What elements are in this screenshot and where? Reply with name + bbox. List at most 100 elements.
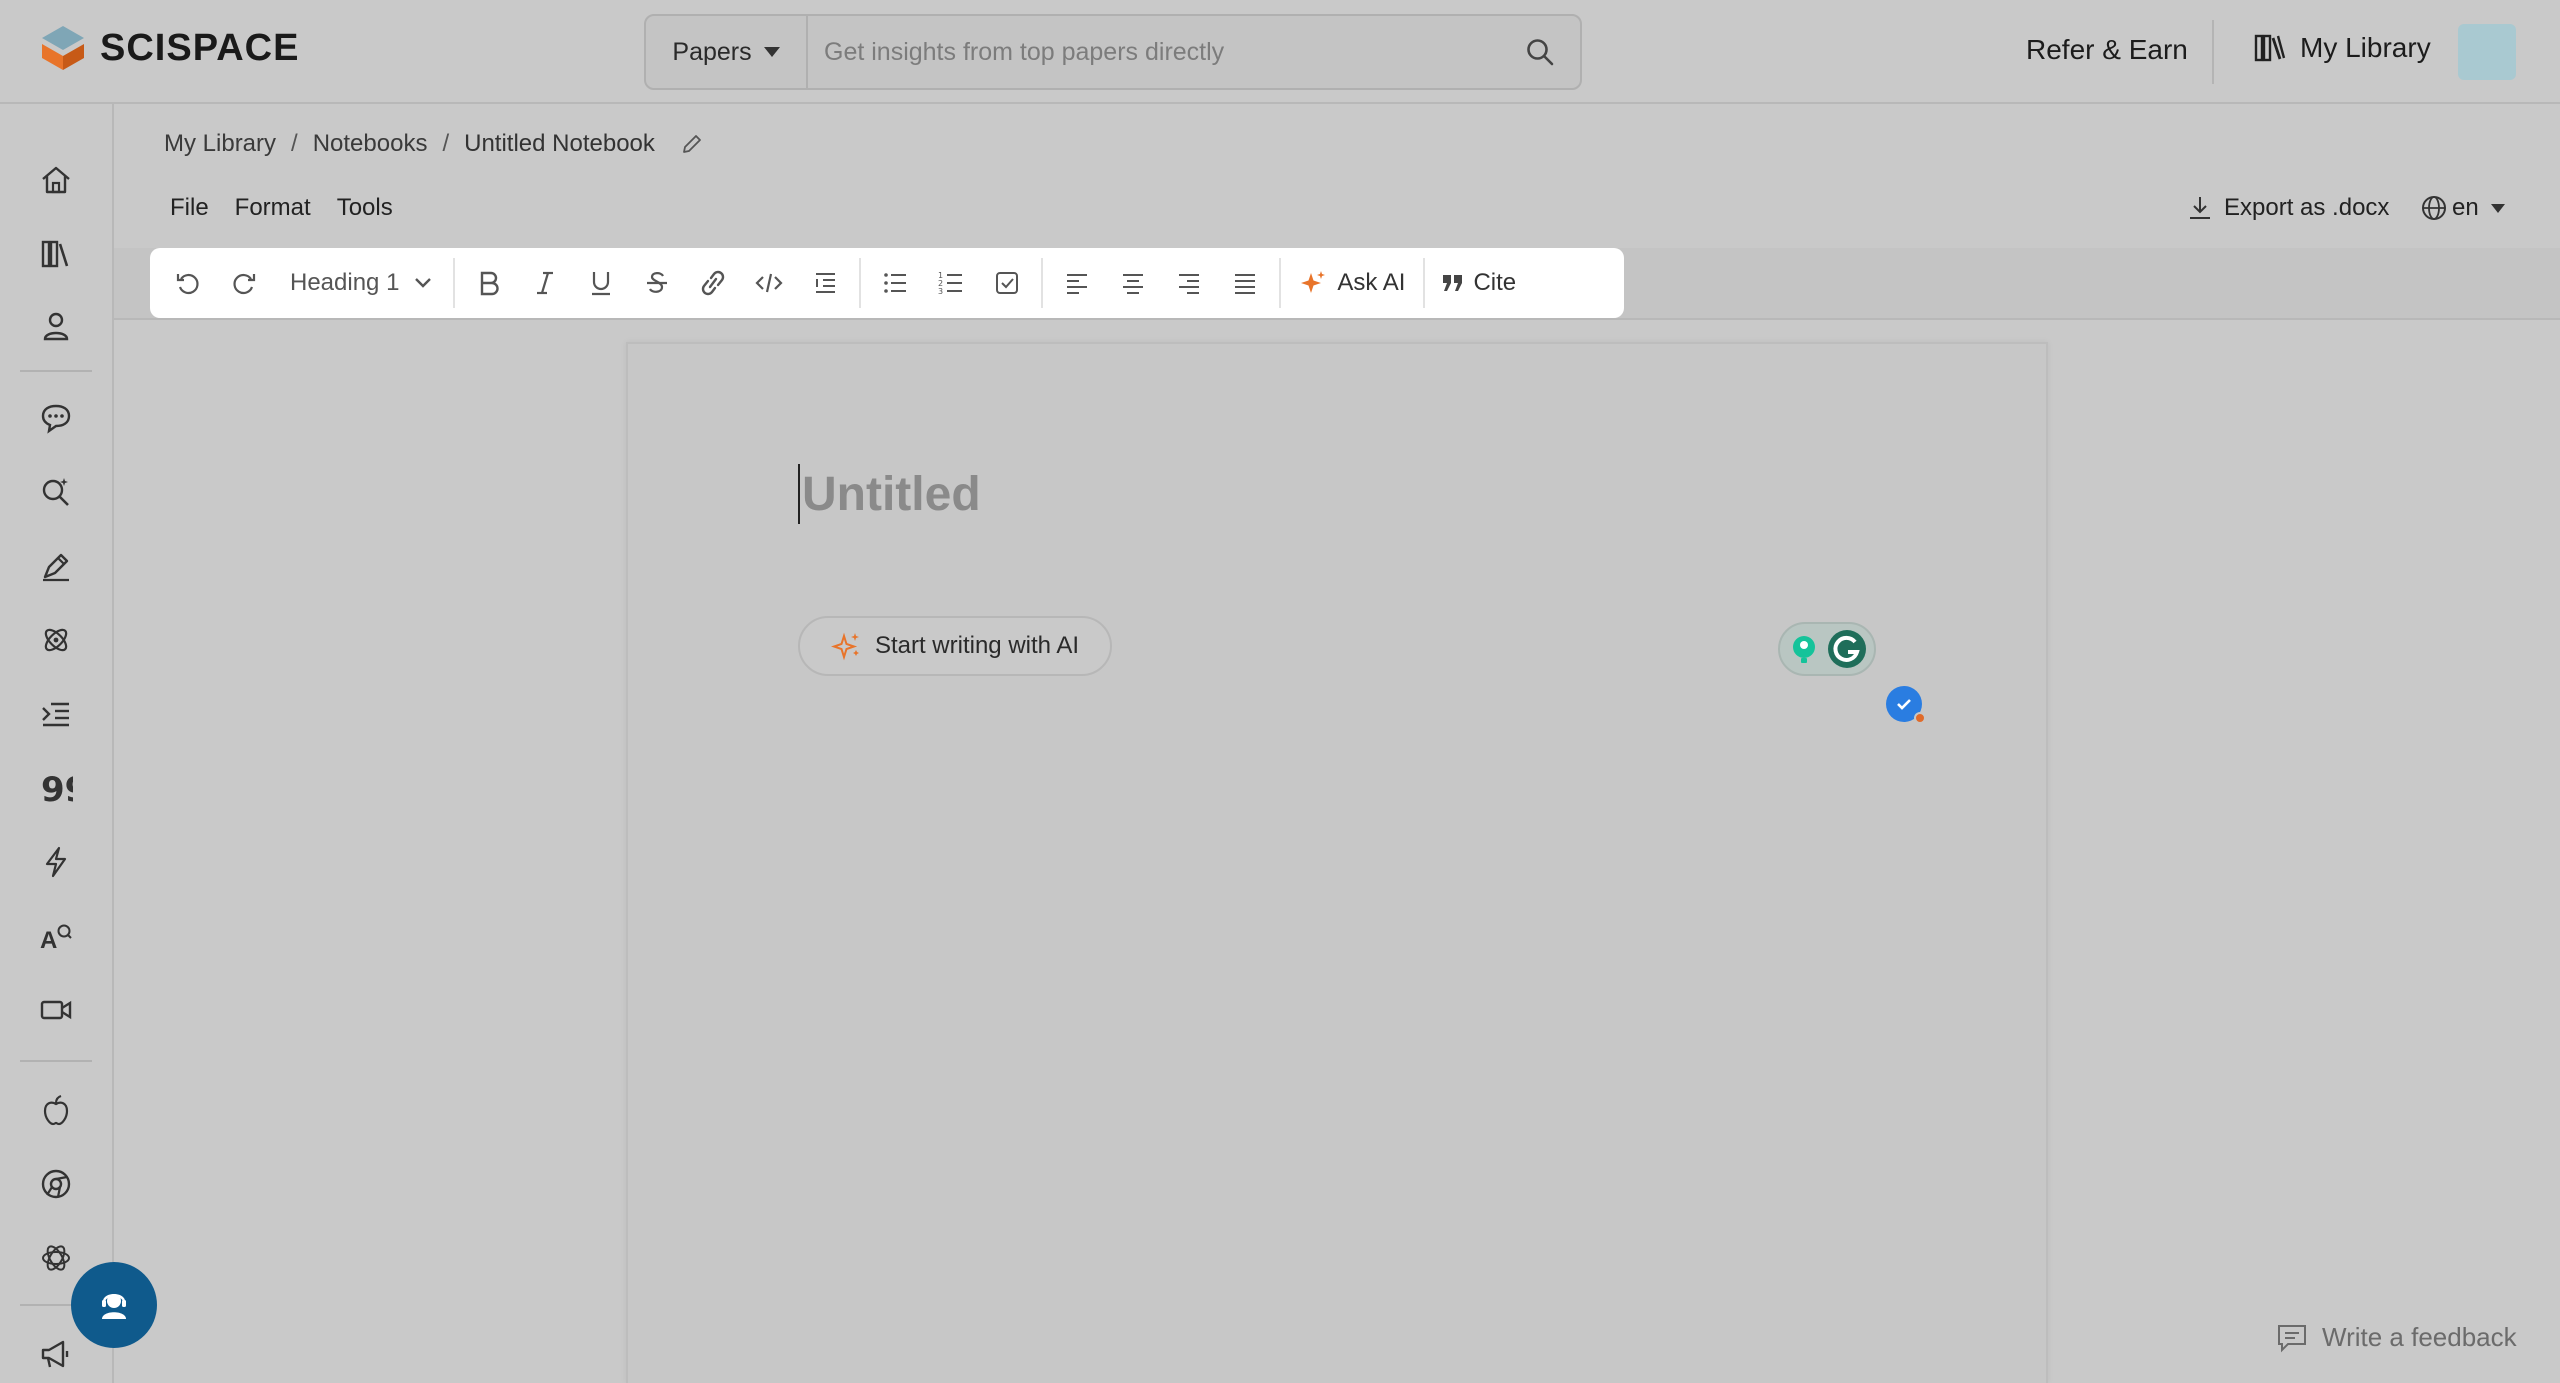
align-justify-icon — [1235, 274, 1256, 294]
menu-bar: File Format Tools — [170, 194, 393, 222]
breadcrumb-separator: / — [442, 130, 450, 157]
literature-search-icon[interactable] — [36, 472, 76, 512]
top-header: SCISPACE Papers Refer & Earn My Library — [0, 0, 2560, 104]
scispace-logo[interactable]: SCISPACE — [40, 24, 299, 72]
svg-text:3: 3 — [938, 287, 943, 296]
quote-icon — [1443, 275, 1463, 291]
align-left-icon — [1067, 274, 1088, 294]
my-library-link[interactable]: My Library — [2254, 32, 2431, 64]
breadcrumb: My Library / Notebooks / Untitled Notebo… — [164, 130, 703, 158]
breadcrumb-notebooks[interactable]: Notebooks — [313, 130, 428, 158]
align-justify-button[interactable] — [1217, 256, 1273, 310]
profile-icon[interactable] — [36, 306, 76, 346]
breadcrumb-my-library[interactable]: My Library — [164, 130, 276, 158]
announcements-icon[interactable] — [36, 1334, 76, 1374]
ask-ai-button[interactable]: Ask AI — [1287, 256, 1417, 310]
support-chat-button[interactable] — [71, 1262, 157, 1348]
checkbox-icon — [996, 272, 1019, 294]
ask-ai-label: Ask AI — [1337, 269, 1406, 296]
breadcrumb-separator: / — [291, 130, 298, 157]
search-icon — [1527, 39, 1554, 66]
grammarly-check-badge[interactable] — [1886, 686, 1926, 724]
bold-button[interactable] — [461, 256, 517, 310]
document-title-placeholder: Untitled — [802, 467, 981, 521]
heading-style-dropdown[interactable]: Heading 1 — [272, 256, 447, 310]
align-center-icon — [1123, 274, 1144, 294]
checklist-button[interactable] — [979, 256, 1035, 310]
export-docx-button[interactable]: Export as .docx — [2188, 194, 2389, 222]
undo-button[interactable] — [160, 256, 216, 310]
notification-dot — [1914, 712, 1926, 724]
support-agent-icon — [102, 1294, 126, 1319]
cite-label: Cite — [1473, 269, 1517, 296]
sparkle-icon — [830, 632, 859, 661]
document-page[interactable]: Untitled Start writing with AI — [626, 342, 2048, 1383]
library-icon[interactable] — [36, 234, 76, 274]
grammarly-widget[interactable] — [1778, 622, 1876, 676]
globe-icon — [2422, 196, 2446, 220]
strikethrough-button[interactable] — [629, 256, 685, 310]
library-books-icon — [2254, 34, 2286, 62]
apple-app-icon[interactable] — [36, 1090, 76, 1130]
toolbar-divider — [1041, 258, 1044, 308]
paraphraser-icon[interactable] — [36, 694, 76, 734]
citation-generator-icon[interactable]: 99 — [36, 768, 76, 808]
bullet-list-icon — [884, 273, 907, 293]
cite-button[interactable]: Cite — [1431, 256, 1526, 310]
translator-icon[interactable]: A — [36, 916, 76, 956]
document-title[interactable]: Untitled — [798, 464, 981, 524]
my-library-label: My Library — [2300, 32, 2431, 63]
link-icon — [702, 270, 725, 296]
ai-detector-icon[interactable] — [36, 842, 76, 882]
numbered-list-button[interactable]: 123 — [923, 256, 979, 310]
redo-button[interactable] — [216, 256, 272, 310]
export-label: Export as .docx — [2224, 194, 2390, 221]
svg-text:A: A — [40, 927, 57, 953]
search-button[interactable] — [1500, 16, 1580, 88]
chatgpt-plugin-icon[interactable] — [36, 1238, 76, 1278]
link-button[interactable] — [685, 256, 741, 310]
chrome-extension-icon[interactable] — [36, 1164, 76, 1204]
start-writing-ai-button[interactable]: Start writing with AI — [798, 616, 1112, 676]
home-icon[interactable] — [36, 160, 76, 200]
toolbar-divider — [453, 258, 456, 308]
toolbar-divider — [1279, 258, 1282, 308]
bold-icon — [481, 271, 500, 296]
search-type-dropdown[interactable]: Papers — [646, 16, 808, 88]
chat-pdf-icon[interactable] — [36, 398, 76, 438]
video-icon[interactable] — [36, 990, 76, 1030]
undo-icon — [176, 273, 199, 295]
sidebar-divider — [20, 370, 92, 372]
italic-button[interactable] — [517, 256, 573, 310]
brand-name: SCISPACE — [100, 26, 300, 69]
code-button[interactable] — [741, 256, 797, 310]
rename-pencil-icon[interactable] — [681, 133, 703, 155]
download-icon — [2190, 197, 2210, 219]
grammarly-logo-icon — [1828, 630, 1866, 668]
search-input[interactable] — [808, 16, 1500, 88]
bullet-list-button[interactable] — [867, 256, 923, 310]
sidebar-divider — [20, 1060, 92, 1062]
align-right-button[interactable] — [1161, 256, 1217, 310]
redo-icon — [233, 273, 256, 295]
text-cursor — [798, 464, 800, 524]
underline-button[interactable] — [573, 256, 629, 310]
menu-format[interactable]: Format — [235, 194, 311, 222]
menu-tools[interactable]: Tools — [337, 194, 393, 222]
language-selector[interactable]: en — [2420, 194, 2505, 222]
header-divider — [2212, 20, 2214, 84]
indent-button[interactable] — [797, 256, 853, 310]
align-center-button[interactable] — [1105, 256, 1161, 310]
start-writing-ai-label: Start writing with AI — [874, 632, 1080, 659]
refer-earn-link[interactable]: Refer & Earn — [2026, 34, 2188, 66]
ai-writer-icon[interactable] — [36, 546, 76, 586]
search-bar: Papers — [644, 14, 1582, 90]
extract-data-icon[interactable] — [36, 620, 76, 660]
align-left-button[interactable] — [1049, 256, 1105, 310]
toolbar-divider — [859, 258, 862, 308]
strikethrough-icon — [647, 272, 668, 293]
user-avatar[interactable] — [2458, 24, 2516, 80]
menu-file[interactable]: File — [170, 194, 209, 222]
italic-icon — [537, 271, 554, 295]
write-feedback-button[interactable]: Write a feedback — [2276, 1322, 2517, 1353]
